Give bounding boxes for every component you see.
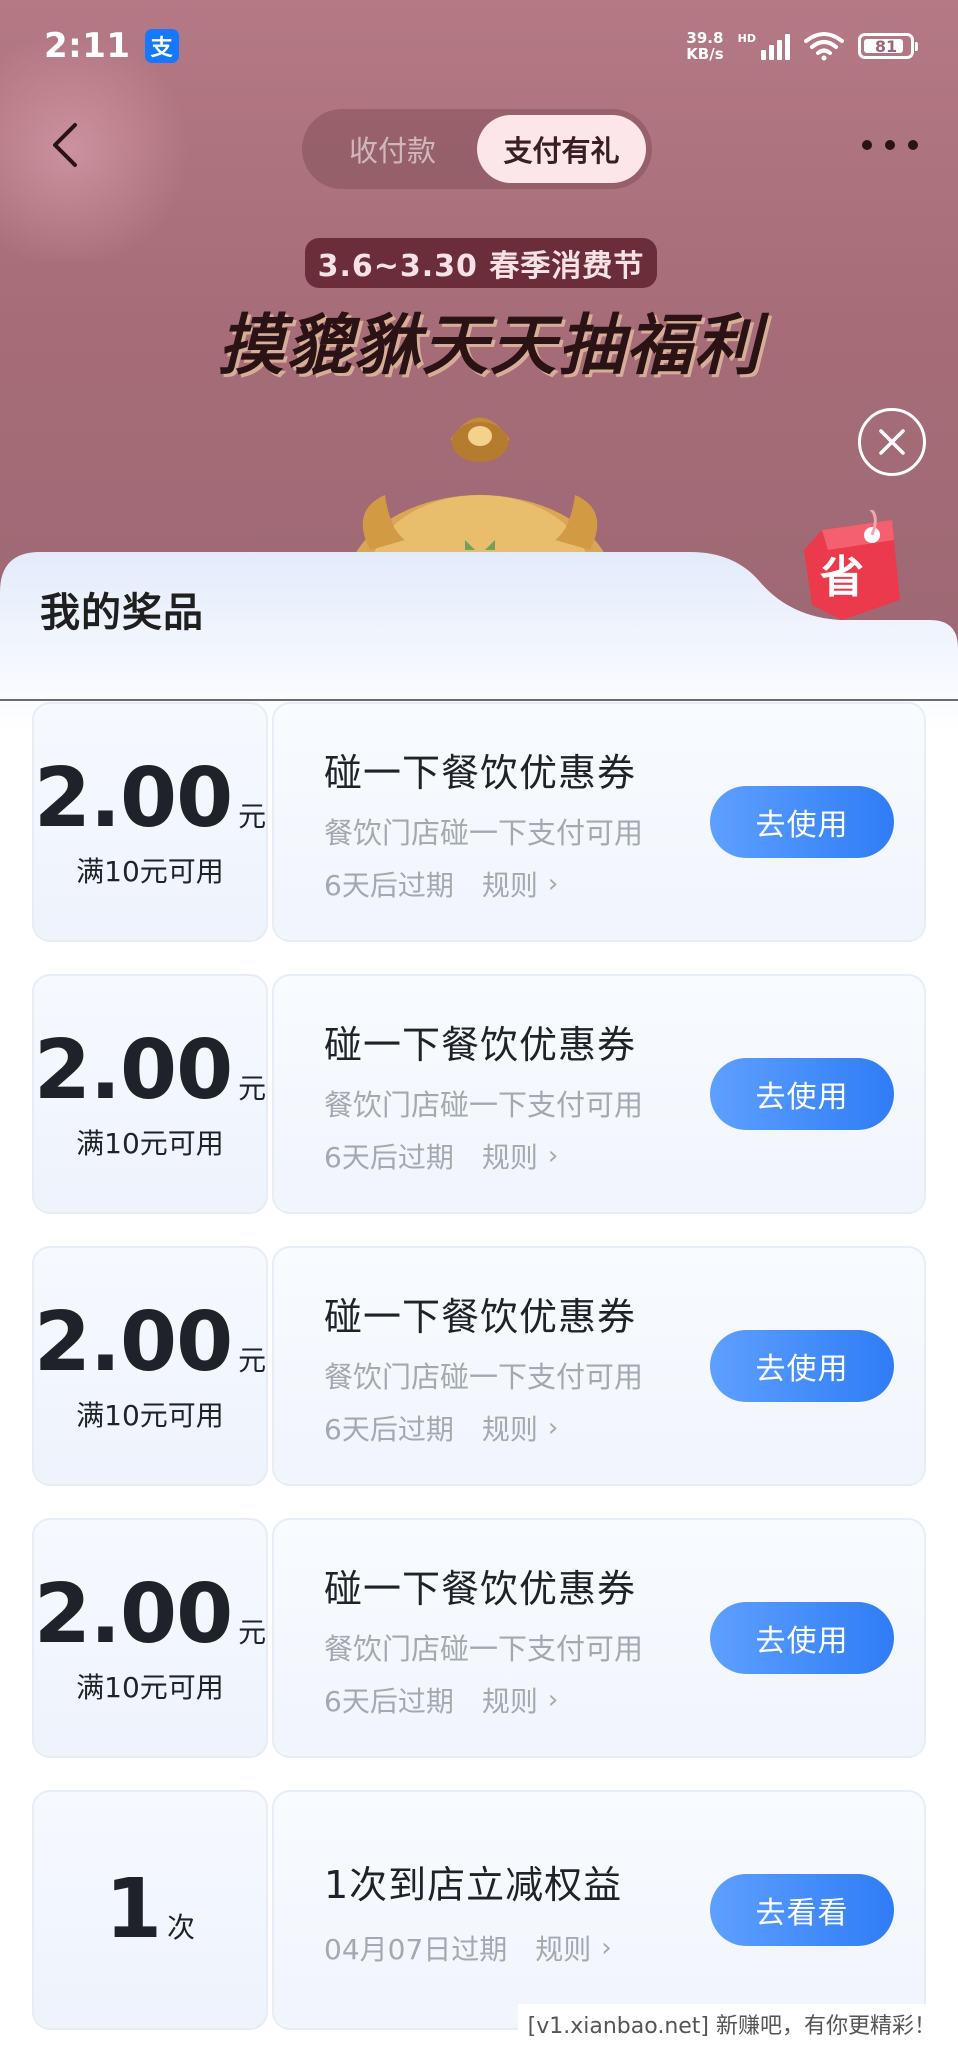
battery-level: 81 <box>874 36 898 56</box>
rules-label: 规则 <box>481 869 538 902</box>
tab-switcher: 收付款 支付有礼 <box>302 109 652 189</box>
savings-tag-icon: 省 <box>804 510 900 620</box>
coupon-info-panel: 碰一下餐饮优惠券 餐饮门店碰一下支付可用 6天后过期 规则 › 去使用 <box>272 1518 926 1758</box>
event-slogan: 摸貔貅天天抽福利 <box>218 307 762 384</box>
coupon-condition: 满10元可用 <box>76 855 224 888</box>
coupon-condition: 满10元可用 <box>76 1127 224 1160</box>
close-icon <box>879 429 905 455</box>
coupon-value-panel: 2.00 元 满10元可用 <box>32 702 268 942</box>
rules-label: 规则 <box>481 1685 538 1718</box>
tab-receive-pay[interactable]: 收付款 <box>308 115 477 183</box>
coupon-amount: 2.00 <box>33 1567 233 1662</box>
status-bar: 2:11 支 39.8 KB/s HD 81 <box>0 0 958 92</box>
coupon-expiry: 6天后过期 <box>324 1685 454 1718</box>
benefit-unit: 次 <box>167 1911 196 1944</box>
benefit-title: 1次到店立减权益 <box>324 1863 623 1907</box>
use-coupon-button[interactable]: 去使用 <box>710 1330 894 1402</box>
chevron-right-icon: › <box>547 1141 559 1171</box>
coupon-title: 碰一下餐饮优惠券 <box>324 1567 637 1611</box>
coupon-card: 2.00 元 满10元可用 碰一下餐饮优惠券 餐饮门店碰一下支付可用 6天后过期… <box>32 974 926 1214</box>
coupon-rules-link[interactable]: 规则 › <box>482 864 558 904</box>
coupon-condition: 满10元可用 <box>76 1671 224 1704</box>
benefit-count: 1 <box>104 1862 162 1957</box>
coupon-amount: 2.00 <box>33 751 233 846</box>
use-coupon-button[interactable]: 去使用 <box>710 1602 894 1674</box>
sheet-title: 我的奖品 <box>40 590 204 636</box>
chevron-right-icon: › <box>547 869 559 899</box>
rules-label: 规则 <box>481 1413 538 1446</box>
view-benefit-button[interactable]: 去看看 <box>710 1874 894 1946</box>
chevron-right-icon: › <box>601 1933 612 1963</box>
coupon-unit: 元 <box>238 1072 267 1105</box>
close-button[interactable] <box>858 408 926 476</box>
coupon-expiry: 6天后过期 <box>324 869 454 902</box>
chevron-right-icon: › <box>547 1413 559 1443</box>
nav-bar: 收付款 支付有礼 <box>0 105 958 189</box>
more-dot-icon <box>862 140 872 150</box>
coupon-rules-link[interactable]: 规则 › <box>482 1408 558 1448</box>
coupon-title: 碰一下餐饮优惠券 <box>324 751 637 795</box>
benefit-rules-link[interactable]: 规则 › <box>535 1928 611 1968</box>
coupon-value-panel: 2.00 元 满10元可用 <box>32 1246 268 1486</box>
coupon-info-panel: 碰一下餐饮优惠券 餐饮门店碰一下支付可用 6天后过期 规则 › 去使用 <box>272 974 926 1214</box>
savings-tag-label: 省 <box>820 552 864 603</box>
rules-label: 规则 <box>535 1933 592 1966</box>
benefit-value-panel: 1 次 <box>32 1790 268 2030</box>
coupon-condition: 满10元可用 <box>76 1399 224 1432</box>
coupon-unit: 元 <box>238 1616 267 1649</box>
more-button[interactable] <box>862 127 918 163</box>
rules-label: 规则 <box>481 1141 538 1174</box>
coupon-description: 餐饮门店碰一下支付可用 <box>324 816 644 850</box>
hd-label: HD <box>737 32 756 45</box>
coupon-value-panel: 2.00 元 满10元可用 <box>32 974 268 1214</box>
benefit-card: 1 次 1次到店立减权益 04月07日过期 规则 › 去看看 <box>32 1790 926 2030</box>
more-dot-icon <box>908 140 918 150</box>
benefit-expiry: 04月07日过期 <box>324 1933 508 1966</box>
coupon-value-panel: 2.00 元 满10元可用 <box>32 1518 268 1758</box>
battery-icon: 81 <box>858 33 918 59</box>
chevron-right-icon: › <box>547 1685 559 1715</box>
coupon-description: 餐饮门店碰一下支付可用 <box>324 1088 644 1122</box>
wifi-icon <box>804 32 844 61</box>
coupon-card: 2.00 元 满10元可用 碰一下餐饮优惠券 餐饮门店碰一下支付可用 6天后过期… <box>32 1518 926 1758</box>
network-speed-unit: KB/s <box>686 45 724 63</box>
sheet-divider <box>0 699 958 701</box>
coupon-card: 2.00 元 满10元可用 碰一下餐饮优惠券 餐饮门店碰一下支付可用 6天后过期… <box>32 702 926 942</box>
network-speed: 39.8 KB/s <box>686 30 723 62</box>
alipay-notification-icon: 支 <box>144 29 179 63</box>
site-watermark: [v1.xianbao.net] 新赚吧，有你更精彩！ <box>517 2004 946 2044</box>
coupon-description: 餐饮门店碰一下支付可用 <box>324 1360 644 1394</box>
coupon-amount: 2.00 <box>33 1295 233 1390</box>
coupon-rules-link[interactable]: 规则 › <box>482 1680 558 1720</box>
coupon-title: 碰一下餐饮优惠券 <box>324 1295 637 1339</box>
use-coupon-button[interactable]: 去使用 <box>710 1058 894 1130</box>
coupon-amount: 2.00 <box>33 1023 233 1118</box>
benefit-info-panel: 1次到店立减权益 04月07日过期 规则 › 去看看 <box>272 1790 926 2030</box>
use-coupon-button[interactable]: 去使用 <box>710 786 894 858</box>
coupon-unit: 元 <box>238 800 267 833</box>
coupon-description: 餐饮门店碰一下支付可用 <box>324 1632 644 1666</box>
coupon-expiry: 6天后过期 <box>324 1413 454 1446</box>
coupon-expiry: 6天后过期 <box>324 1141 454 1174</box>
more-dot-icon <box>885 140 895 150</box>
back-button[interactable] <box>44 121 84 169</box>
coupon-title: 碰一下餐饮优惠券 <box>324 1023 637 1067</box>
status-time: 2:11 <box>44 26 131 66</box>
chevron-left-icon <box>53 123 77 167</box>
coupon-info-panel: 碰一下餐饮优惠券 餐饮门店碰一下支付可用 6天后过期 规则 › 去使用 <box>272 1246 926 1486</box>
coupon-card: 2.00 元 满10元可用 碰一下餐饮优惠券 餐饮门店碰一下支付可用 6天后过期… <box>32 1246 926 1486</box>
network-speed-value: 39.8 <box>686 29 724 47</box>
coupon-info-panel: 碰一下餐饮优惠券 餐饮门店碰一下支付可用 6天后过期 规则 › 去使用 <box>272 702 926 942</box>
tab-pay-rewards[interactable]: 支付有礼 <box>477 115 646 183</box>
coupon-rules-link[interactable]: 规则 › <box>482 1136 558 1176</box>
coupon-unit: 元 <box>238 1344 267 1377</box>
event-date-badge: 3.6~3.30 春季消费节 <box>305 238 657 288</box>
signal-icon: HD <box>738 32 790 60</box>
